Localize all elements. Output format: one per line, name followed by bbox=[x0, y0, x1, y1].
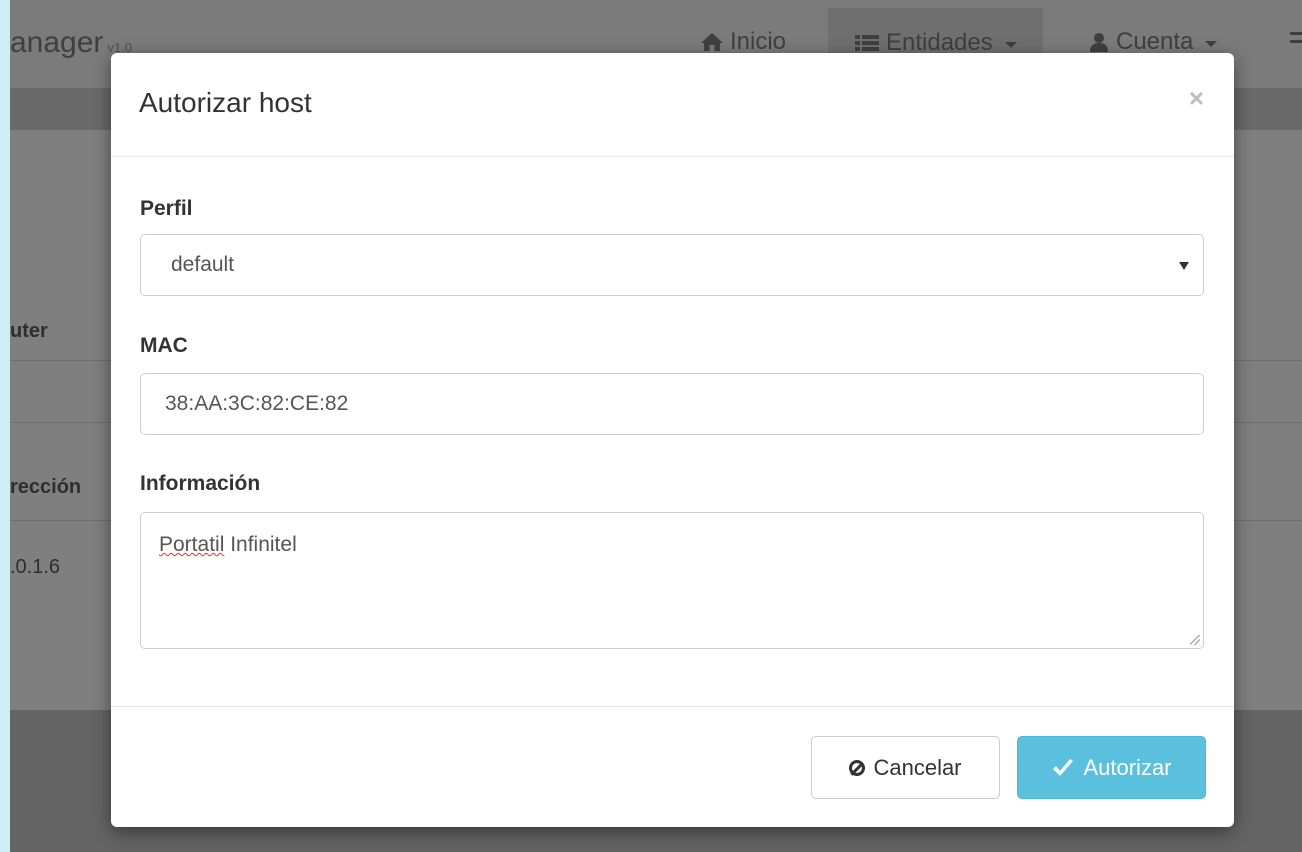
mac-label: MAC bbox=[140, 334, 188, 357]
perfil-select[interactable]: default bbox=[140, 234, 1204, 296]
brand-name: anager bbox=[10, 26, 104, 59]
nav-inicio-label: Inicio bbox=[730, 28, 787, 55]
table-cell-ip: .0.1.6 bbox=[10, 556, 61, 578]
column-header-direccion: rección bbox=[10, 476, 82, 498]
cancel-button-label: Cancelar bbox=[873, 754, 962, 780]
chevron-down-icon bbox=[1004, 42, 1017, 48]
ban-icon bbox=[849, 759, 866, 776]
authorize-button[interactable]: Autorizar bbox=[1017, 736, 1206, 799]
nav-cuenta-label: Cuenta bbox=[1116, 28, 1194, 55]
perfil-label: Perfil bbox=[140, 197, 193, 220]
info-text-rest: Infinitel bbox=[224, 533, 297, 556]
mac-input-value: 38:AA:3C:82:CE:82 bbox=[165, 392, 349, 415]
chevron-down-icon bbox=[1179, 262, 1189, 270]
info-textarea[interactable]: Portatil Infinitel bbox=[140, 512, 1204, 649]
modal-footer-divider bbox=[111, 706, 1234, 707]
mac-input[interactable]: 38:AA:3C:82:CE:82 bbox=[140, 373, 1204, 435]
info-textarea-value: Portatil Infinitel bbox=[159, 533, 297, 557]
close-icon[interactable]: × bbox=[1189, 83, 1204, 114]
cancel-button[interactable]: Cancelar bbox=[811, 736, 1000, 799]
user-icon bbox=[1090, 33, 1108, 52]
resize-handle[interactable] bbox=[1190, 635, 1200, 645]
nav-cuenta[interactable]: Cuenta bbox=[1088, 28, 1218, 56]
info-label: Información bbox=[140, 472, 261, 495]
tray-icon bbox=[1290, 32, 1302, 43]
home-icon bbox=[701, 33, 723, 51]
nav-inicio[interactable]: Inicio bbox=[700, 28, 786, 56]
column-header-router: uter bbox=[10, 320, 48, 342]
spellcheck-word: Portatil bbox=[159, 533, 225, 556]
list-icon bbox=[855, 35, 879, 51]
modal-header: Autorizar host × bbox=[111, 53, 1234, 157]
check-icon bbox=[1053, 758, 1074, 776]
authorize-host-modal: Autorizar host × Perfil default MAC 38:A… bbox=[111, 53, 1234, 827]
chevron-down-icon bbox=[1205, 41, 1218, 47]
authorize-button-label: Autorizar bbox=[1083, 754, 1172, 780]
perfil-selected-value: default bbox=[171, 253, 235, 276]
nav-extra-icon[interactable] bbox=[1288, 28, 1302, 50]
modal-title: Autorizar host bbox=[139, 87, 312, 118]
